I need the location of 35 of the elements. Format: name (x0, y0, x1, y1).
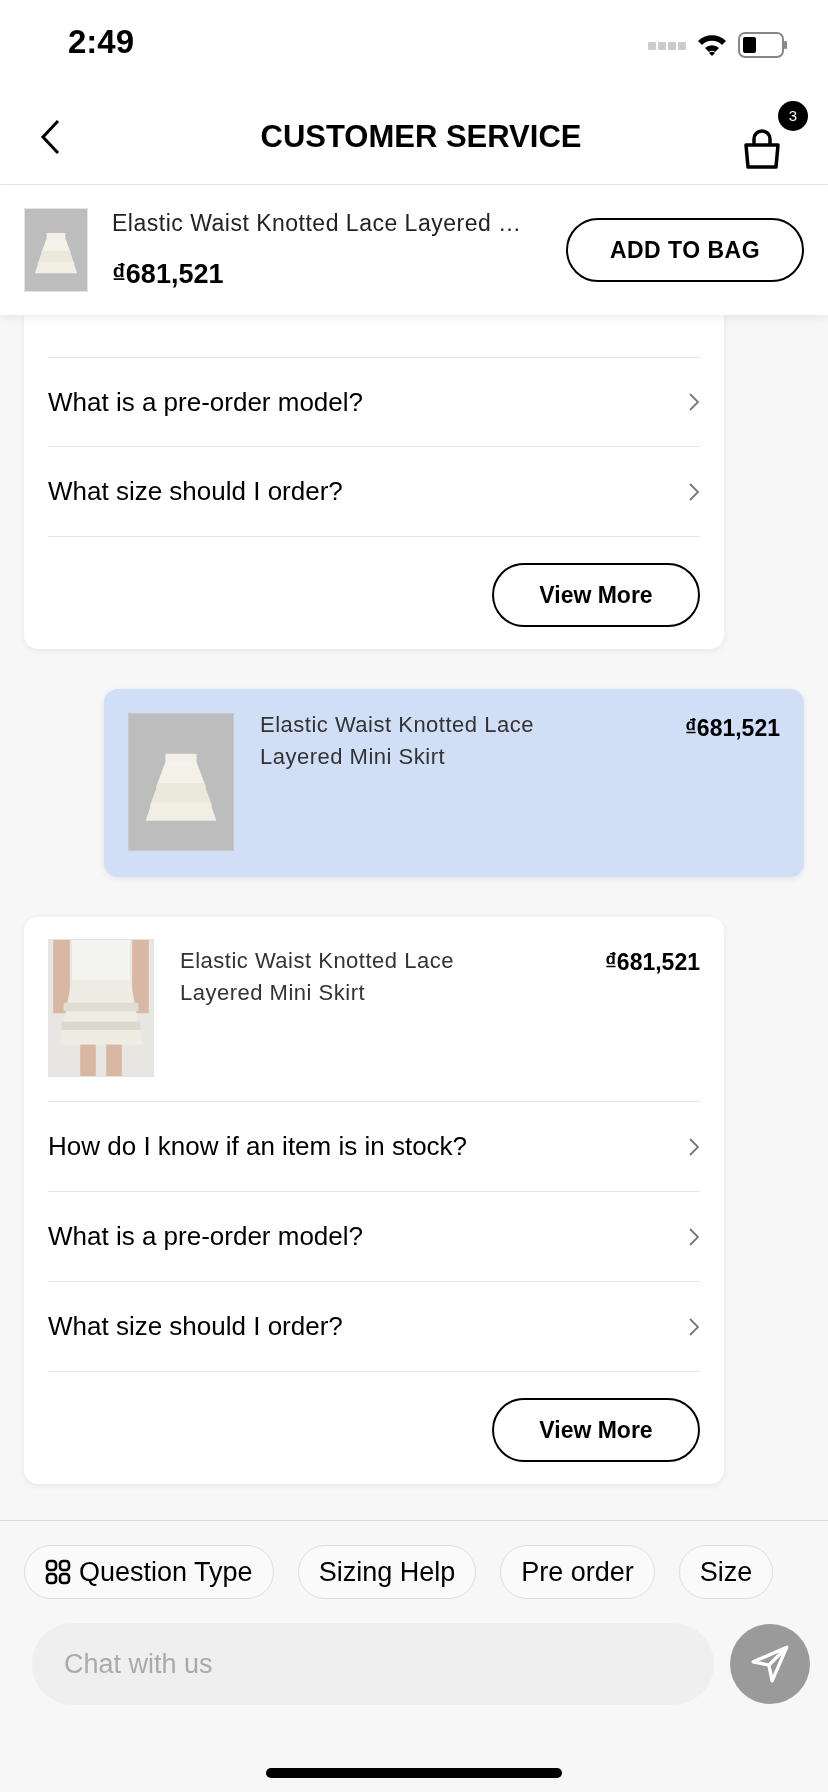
signal-icon (648, 40, 686, 50)
battery-icon (738, 32, 788, 58)
bag-button[interactable]: 3 (736, 101, 808, 173)
chat-input-field[interactable]: Chat with us (32, 1623, 714, 1705)
view-more-button[interactable]: View More (492, 563, 700, 627)
faq-item[interactable]: What is a pre-order model? (48, 357, 700, 447)
product-name: Elastic Waist Knotted Lace Layered Mini Skirt (260, 711, 535, 771)
product-price: ₫681,521 (112, 258, 225, 291)
product-name: Elastic Waist Knotted Lace Layered Mini Skirt (180, 947, 455, 1007)
grid-icon (45, 1559, 71, 1585)
product-price: ₫681,521 (605, 948, 700, 977)
status-time: 2:49 (68, 22, 135, 63)
add-to-bag-button[interactable]: ADD TO BAG (566, 218, 804, 282)
bag-icon (742, 129, 782, 169)
view-more-button[interactable]: View More (492, 1398, 700, 1462)
chevron-right-icon (688, 1226, 700, 1247)
quick-reply-chip[interactable]: Size (678, 1545, 774, 1599)
chevron-right-icon (688, 481, 700, 502)
faq-item[interactable]: How do I know if an item is in stock? (48, 1102, 700, 1192)
chevron-right-icon (688, 392, 700, 412)
send-icon (749, 1643, 791, 1685)
faq-item[interactable]: What size should I order? (48, 447, 700, 537)
back-icon (40, 119, 60, 155)
page-title: CUSTOMER SERVICE (260, 117, 582, 156)
product-name: Elastic Waist Knotted Lace Layered … (112, 208, 523, 238)
chevron-right-icon (688, 1136, 700, 1157)
wifi-icon (696, 33, 728, 57)
product-price: ₫681,521 (685, 714, 780, 743)
cart-count-badge: 3 (778, 101, 808, 131)
quick-reply-chip[interactable]: Question Type (24, 1545, 274, 1599)
chevron-right-icon (688, 1316, 700, 1337)
quick-reply-chip[interactable]: Sizing Help (297, 1545, 477, 1599)
quick-reply-chip[interactable]: Pre order (500, 1545, 655, 1599)
faq-item[interactable]: What is a pre-order model? (48, 1192, 700, 1282)
faq-item[interactable]: What size should I order? (48, 1282, 700, 1372)
